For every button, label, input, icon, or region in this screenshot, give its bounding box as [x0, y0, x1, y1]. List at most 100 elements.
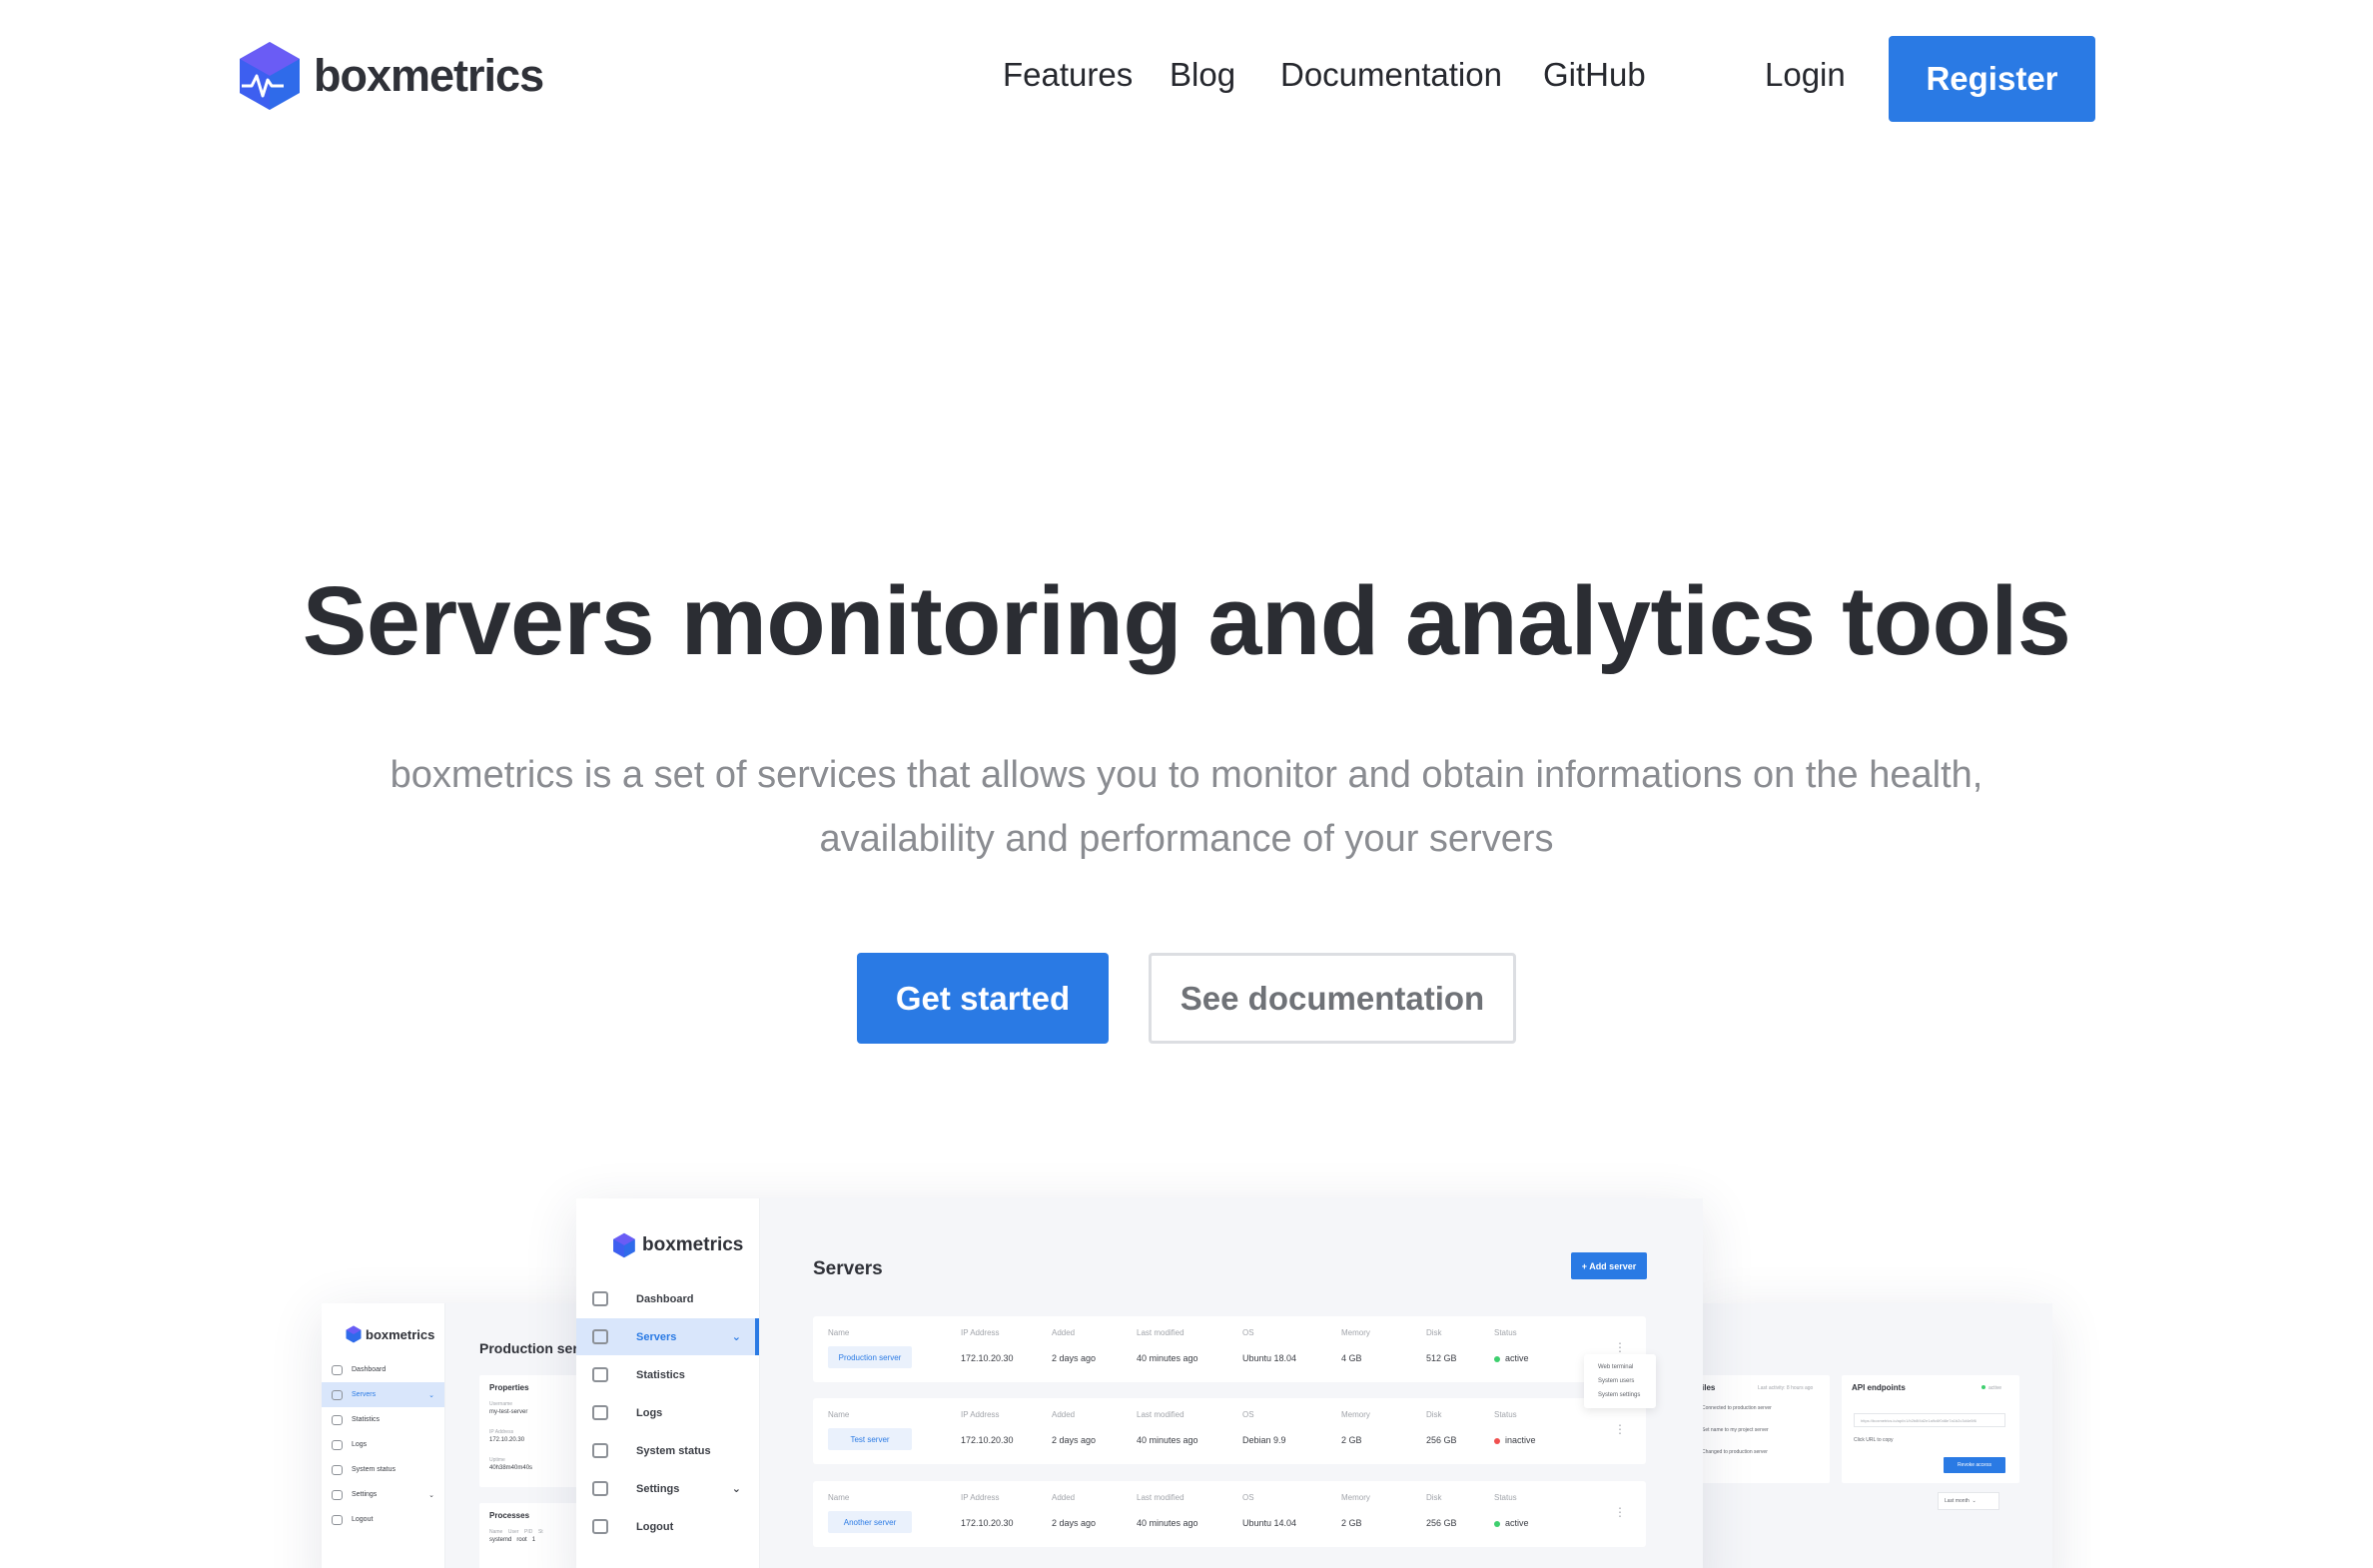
server-ip-cell: 172.10.20.30: [961, 1518, 1014, 1528]
preview-nav-label: System status: [636, 1444, 711, 1457]
status-label: active: [1505, 1518, 1529, 1528]
preview-nav-settings[interactable]: Settings ⌄: [322, 1482, 444, 1507]
preview-nav-dashboard[interactable]: Dashboard: [576, 1280, 759, 1317]
preview-nav-statistics[interactable]: Statistics: [322, 1407, 444, 1432]
server-name-link[interactable]: Another server: [828, 1511, 912, 1533]
server-row[interactable]: Name IP Address Added Last modified OS Memory…: [813, 1316, 1646, 1382]
brand-logo[interactable]: boxmetrics: [238, 40, 544, 112]
server-ip-cell: 172.10.20.30: [961, 1353, 1014, 1363]
preview-nav-system-status[interactable]: System status: [322, 1457, 444, 1482]
more-options-icon[interactable]: ⋮: [1614, 1340, 1626, 1354]
preview-main: Servers + Add server Name IP Address Added…: [760, 1198, 1703, 1568]
status-badge: active: [1494, 1518, 1529, 1528]
column-header: IP Address: [961, 1410, 1000, 1419]
status-dot-icon: [1494, 1355, 1500, 1362]
status-badge: inactive: [1494, 1435, 1536, 1445]
api-url-field[interactable]: https://boxmetrics.io/api/v1/b2b8f4d2e1a…: [1854, 1413, 2005, 1427]
server-os-cell: Ubuntu 18.04: [1242, 1353, 1297, 1363]
get-started-button[interactable]: Get started: [857, 953, 1109, 1044]
processes-col: St: [537, 1529, 543, 1535]
preview-nav-servers[interactable]: Servers ⌄: [322, 1382, 444, 1407]
nav-github-link[interactable]: GitHub: [1543, 56, 1646, 94]
column-header: Memory: [1341, 1493, 1370, 1502]
preview-nav-label: Servers: [636, 1330, 677, 1343]
see-documentation-button[interactable]: See documentation: [1149, 953, 1516, 1044]
preview-logo-text: boxmetrics: [642, 1234, 744, 1255]
server-added-cell: 2 days ago: [1052, 1518, 1097, 1528]
server-memory-cell: 2 GB: [1341, 1435, 1362, 1445]
column-header: Status: [1494, 1410, 1517, 1419]
preview-nav-label: Settings: [636, 1482, 680, 1495]
column-header: OS: [1242, 1410, 1254, 1419]
preview-nav-logs[interactable]: Logs: [576, 1394, 759, 1431]
dropdown-item-web-terminal[interactable]: Web terminal: [1598, 1364, 1633, 1370]
column-header: Last modified: [1137, 1410, 1185, 1419]
nav-blog-link[interactable]: Blog: [1170, 56, 1235, 94]
column-header: OS: [1242, 1493, 1254, 1502]
preview-nav-label: Logs: [636, 1406, 663, 1419]
preview-nav-servers[interactable]: Servers ⌄: [576, 1318, 759, 1355]
column-header: Memory: [1341, 1328, 1370, 1337]
preview-nav-logout[interactable]: Logout: [576, 1508, 759, 1545]
preview-nav-label: System status: [352, 1466, 396, 1473]
system-status-icon: [332, 1464, 343, 1475]
column-header: Name: [828, 1410, 850, 1419]
server-os-cell: Debian 9.9: [1242, 1435, 1286, 1445]
preview-logo-text: boxmetrics: [366, 1326, 435, 1342]
files-title: iles: [1702, 1383, 1716, 1392]
status-dot-icon: [1494, 1520, 1500, 1527]
property-value: my-test-server: [489, 1409, 528, 1415]
hero-title: Servers monitoring and analytics tools: [302, 566, 2071, 675]
status-label: inactive: [1505, 1435, 1536, 1445]
more-options-icon[interactable]: ⋮: [1614, 1422, 1626, 1436]
api-endpoints-card: API endpoints active https://boxmetrics.…: [1842, 1375, 2019, 1483]
preview-nav-label: Dashboard: [352, 1366, 387, 1373]
api-hint: Click URL to copy: [1854, 1437, 1894, 1443]
server-row[interactable]: Name IP Address Added Last modified OS Memory…: [813, 1398, 1646, 1464]
server-modified-cell: 40 minutes ago: [1137, 1435, 1198, 1445]
column-header: Disk: [1426, 1493, 1442, 1502]
add-server-button[interactable]: + Add server: [1571, 1252, 1647, 1279]
dropdown-item-system-settings[interactable]: System settings: [1598, 1392, 1640, 1398]
preview-sidebar: boxmetrics Dashboard Servers ⌄ Statistics…: [322, 1303, 445, 1568]
preview-nav-logout[interactable]: Logout: [322, 1507, 444, 1532]
register-button[interactable]: Register: [1889, 36, 2095, 122]
preview-nav-system-status[interactable]: System status: [576, 1432, 759, 1469]
server-name-link[interactable]: Production server: [828, 1346, 912, 1368]
preview-nav-label: Logs: [352, 1441, 368, 1448]
status-dot-icon: [1494, 1437, 1500, 1444]
preview-nav-statistics[interactable]: Statistics: [576, 1356, 759, 1393]
files-meta: Last activity: 8 hours ago: [1758, 1385, 1814, 1391]
preview-nav-logs[interactable]: Logs: [322, 1432, 444, 1457]
processes-col: Name: [489, 1529, 503, 1535]
brand-name: boxmetrics: [314, 50, 544, 101]
column-header: Name: [828, 1328, 850, 1337]
range-select[interactable]: Last month ⌄: [1938, 1492, 1999, 1510]
server-added-cell: 2 days ago: [1052, 1435, 1097, 1445]
preview-nav-settings[interactable]: Settings ⌄: [576, 1470, 759, 1507]
nav-documentation-link[interactable]: Documentation: [1280, 56, 1502, 94]
nav-features-link[interactable]: Features: [1003, 56, 1133, 94]
server-disk-cell: 512 GB: [1426, 1353, 1457, 1363]
server-row[interactable]: Name IP Address Added Last modified OS Memory…: [813, 1481, 1646, 1547]
server-added-cell: 2 days ago: [1052, 1353, 1097, 1363]
column-header: Added: [1052, 1410, 1076, 1419]
column-header: IP Address: [961, 1493, 1000, 1502]
column-header: Name: [828, 1493, 850, 1502]
status-dot-icon: [1981, 1385, 1985, 1389]
preview-nav-dashboard[interactable]: Dashboard: [322, 1357, 444, 1382]
hero-subtitle-line-1: boxmetrics is a set of services that all…: [390, 754, 1983, 796]
logs-icon: [332, 1439, 343, 1450]
login-link[interactable]: Login: [1765, 56, 1846, 94]
api-endpoints-title: API endpoints: [1852, 1383, 1906, 1392]
processes-cell: 1: [531, 1537, 536, 1543]
server-name-link[interactable]: Test server: [828, 1428, 912, 1450]
dropdown-item-system-users[interactable]: System users: [1598, 1378, 1634, 1384]
status-badge: active: [1494, 1353, 1529, 1363]
revoke-access-button[interactable]: Revoke access: [1944, 1457, 2005, 1473]
more-options-icon[interactable]: ⋮: [1614, 1505, 1626, 1519]
api-status: active: [1981, 1385, 2001, 1391]
property-value: 172.10.20.30: [489, 1437, 525, 1443]
column-header: OS: [1242, 1328, 1254, 1337]
chevron-down-icon: ⌄: [731, 1483, 741, 1495]
